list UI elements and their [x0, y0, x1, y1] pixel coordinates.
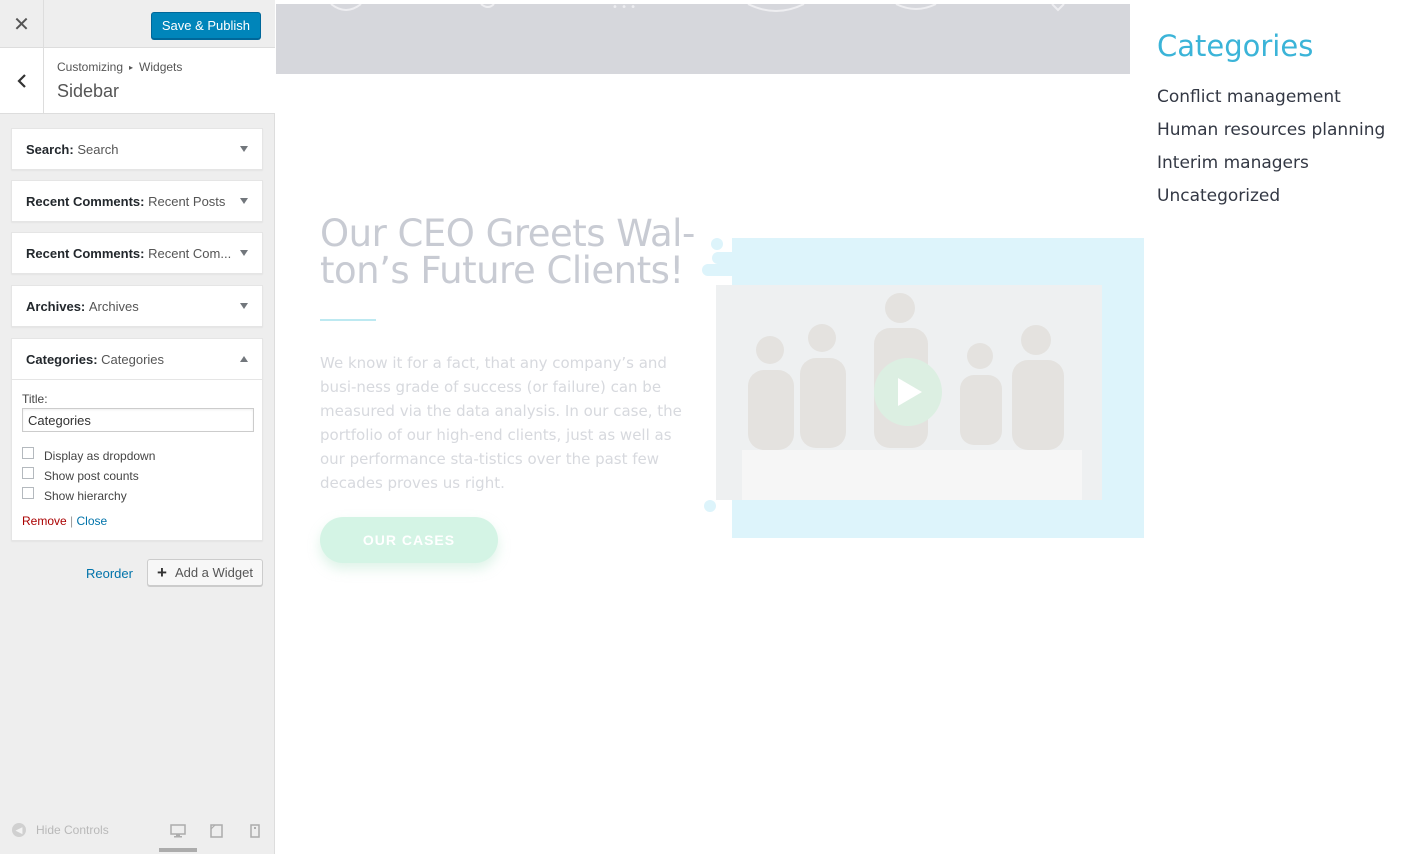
expand-arrow-icon[interactable] — [240, 198, 248, 204]
breadcrumb-child: Widgets — [139, 60, 183, 74]
separator: | — [70, 514, 74, 528]
categories-widget: Categories Conflict management Human res… — [1157, 29, 1419, 213]
widget-header[interactable]: Categories: Categories — [12, 339, 262, 379]
widget-title: Archives — [88, 298, 139, 314]
widget-categories: Categories: Categories Title: Display as… — [11, 338, 263, 541]
hierarchy-checkbox[interactable] — [22, 487, 34, 499]
section-title: Sidebar — [57, 81, 120, 101]
breadcrumb: Customizing ▸ Widgets — [57, 60, 182, 74]
widget-type: Recent Comments: — [26, 245, 145, 261]
option-post-counts: Show post counts — [22, 466, 252, 486]
arrow-left-circle-icon: ◀ — [12, 823, 26, 837]
breadcrumb-separator-icon: ▸ — [129, 63, 134, 72]
add-widget-button[interactable]: + Add a Widget — [147, 559, 263, 586]
widget-search: Search: Search — [11, 128, 263, 170]
hide-controls-button[interactable]: ◀ Hide Controls — [12, 823, 109, 837]
widget-type: Recent Comments: — [26, 193, 145, 209]
widget-header[interactable]: Recent Comments: Recent Posts — [12, 181, 262, 221]
option-display-dropdown: Display as dropdown — [22, 446, 252, 466]
site-preview: • • • Our CEO Greets Wal-ton’s Future Cl… — [276, 0, 1419, 854]
hero-title: Our CEO Greets Wal-ton’s Future Clients! — [320, 212, 695, 292]
svg-text:• • •: • • • — [612, 4, 636, 13]
widget-title: Recent Posts — [148, 193, 226, 209]
widget-type: Search: — [26, 141, 74, 157]
desktop-preview-icon[interactable] — [170, 824, 186, 838]
chevron-left-icon — [16, 74, 26, 88]
category-link[interactable]: Conflict management — [1157, 81, 1419, 114]
expand-arrow-icon[interactable] — [240, 250, 248, 256]
widget-title: Categories — [101, 351, 165, 367]
widget-form: Title: Display as dropdown Show post cou… — [12, 379, 262, 540]
back-button[interactable] — [0, 48, 44, 114]
reorder-link[interactable]: Reorder — [86, 566, 133, 581]
widget-recent-comments: Recent Comments: Recent Com... — [11, 232, 263, 274]
header-banner: • • • — [276, 2, 1130, 74]
customizer-header: ✕ Save & Publish — [0, 0, 275, 48]
option-label: Show hierarchy — [44, 489, 127, 503]
widget-title: Recent Com... — [148, 245, 232, 261]
collapse-arrow-icon[interactable] — [240, 356, 248, 362]
video-thumbnail[interactable] — [702, 230, 1144, 546]
mobile-preview-icon[interactable] — [250, 824, 260, 838]
plus-icon: + — [157, 562, 167, 582]
category-link[interactable]: Human resources planning — [1157, 114, 1419, 147]
section-header: Customizing ▸ Widgets Sidebar — [0, 48, 275, 114]
hide-controls-label: Hide Controls — [36, 823, 109, 837]
title-input[interactable] — [22, 408, 254, 432]
expand-arrow-icon[interactable] — [240, 303, 248, 309]
hero-divider — [320, 319, 376, 321]
categories-list: Conflict management Human resources plan… — [1157, 81, 1419, 213]
customizer-footer: ◀ Hide Controls — [0, 812, 275, 854]
close-link[interactable]: Close — [77, 514, 108, 528]
customizer-panel: ✕ Save & Publish Customizing ▸ Widgets Sid… — [0, 0, 275, 854]
banner-decoration-icon: • • • — [330, 2, 1065, 13]
breadcrumb-root: Customizing — [57, 60, 124, 74]
close-icon: ✕ — [13, 13, 30, 36]
close-customizer-button[interactable]: ✕ — [0, 0, 44, 48]
add-widget-label: Add a Widget — [174, 565, 253, 580]
widget-header[interactable]: Search: Search — [12, 129, 262, 169]
option-hierarchy: Show hierarchy — [22, 486, 252, 506]
categories-widget-title: Categories — [1157, 29, 1314, 63]
hero-text: We know it for a fact, that any company’… — [320, 354, 682, 492]
tablet-preview-icon[interactable] — [210, 824, 223, 838]
widget-header[interactable]: Archives: Archives — [12, 286, 262, 326]
widget-archives: Archives: Archives — [11, 285, 263, 327]
option-label: Show post counts — [44, 469, 139, 483]
widget-recent-posts: Recent Comments: Recent Posts — [11, 180, 263, 222]
widget-header[interactable]: Recent Comments: Recent Com... — [12, 233, 262, 273]
category-link[interactable]: Interim managers — [1157, 147, 1419, 180]
active-device-indicator — [159, 848, 197, 852]
expand-arrow-icon[interactable] — [240, 146, 248, 152]
post-counts-checkbox[interactable] — [22, 467, 34, 479]
display-dropdown-checkbox[interactable] — [22, 447, 34, 459]
save-publish-button[interactable]: Save & Publish — [150, 12, 261, 39]
remove-link[interactable]: Remove — [22, 514, 67, 528]
our-cases-button[interactable]: OUR CASES — [320, 517, 498, 563]
option-label: Display as dropdown — [44, 449, 156, 463]
widget-actions: Remove | Close — [22, 514, 252, 528]
widget-title: Search — [77, 141, 119, 157]
widget-type: Categories: — [26, 351, 98, 367]
widget-type: Archives: — [26, 298, 86, 314]
category-link[interactable]: Uncategorized — [1157, 180, 1419, 213]
title-label: Title: — [22, 392, 48, 406]
